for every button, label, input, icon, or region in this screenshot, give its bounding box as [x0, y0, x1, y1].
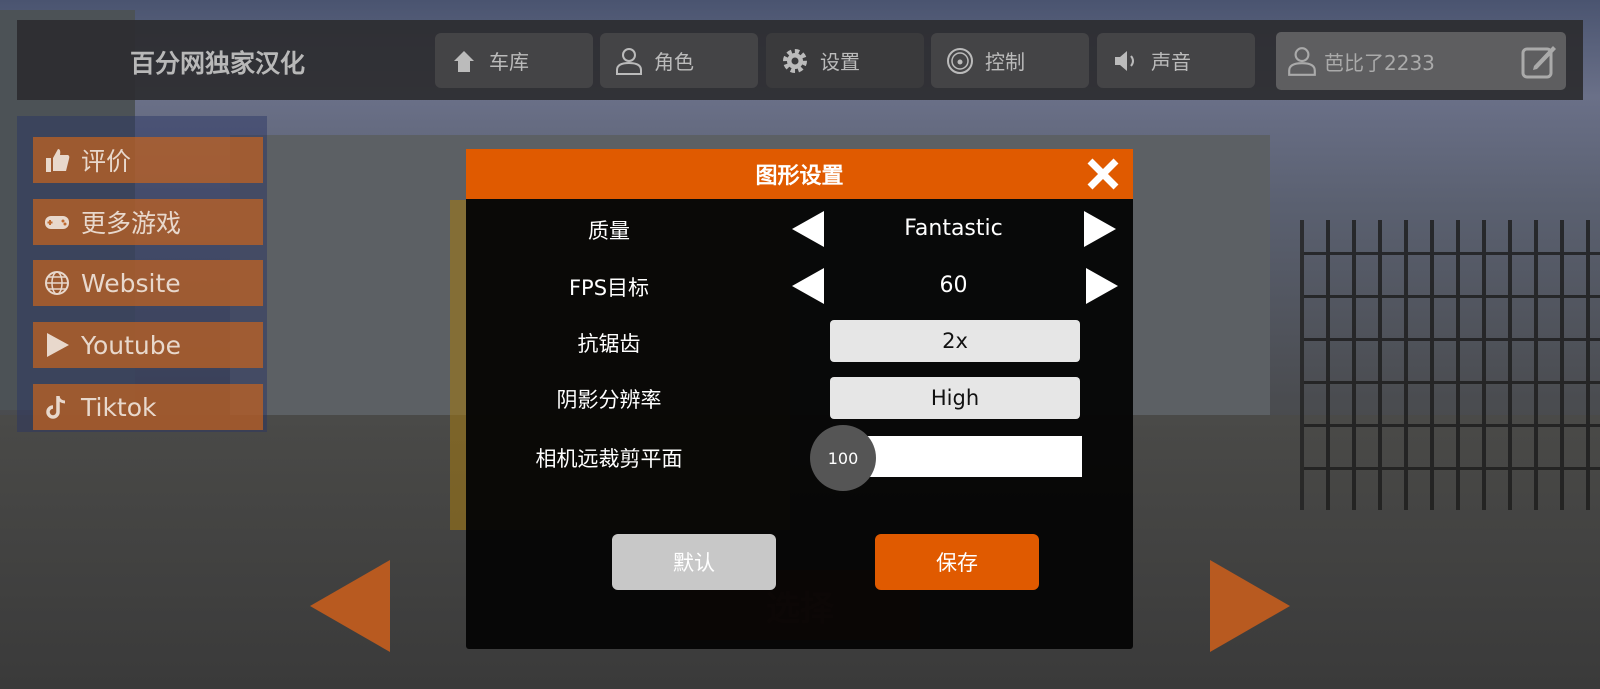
tab-label: 设置 [820, 50, 860, 74]
user-profile[interactable]: 芭比了2233 [1276, 32, 1566, 90]
next-arrow-button[interactable] [1210, 560, 1290, 652]
background-fence [1300, 220, 1600, 510]
antialiasing-button[interactable]: 2x [830, 320, 1080, 362]
globe-icon [45, 271, 69, 295]
person-icon [1288, 47, 1316, 76]
fps-target-label: FPS目标 [568, 276, 650, 300]
quality-label: 质量 [588, 219, 630, 243]
fps-next-button[interactable] [1086, 268, 1118, 304]
sidebar-item-website[interactable]: Website [33, 260, 263, 306]
sidebar-item-label: Youtube [81, 330, 181, 360]
graphics-settings-dialog: 图形设置 质量 Fantastic FPS目标 60 抗锯齿 2x 阴影分辨率 … [466, 149, 1133, 649]
fps-prev-button[interactable] [792, 268, 824, 304]
steering-wheel-icon [947, 47, 973, 74]
tab-garage[interactable]: 车库 [435, 33, 593, 88]
quality-next-button[interactable] [1084, 211, 1116, 247]
save-button[interactable]: 保存 [875, 534, 1039, 590]
tab-label: 声音 [1151, 50, 1191, 74]
gear-icon [783, 48, 807, 73]
tab-label: 控制 [985, 50, 1025, 74]
tab-controls[interactable]: 控制 [931, 33, 1089, 88]
sidebar-item-label: 更多游戏 [81, 209, 182, 238]
speaker-icon [1115, 50, 1134, 71]
tab-sound[interactable]: 声音 [1097, 33, 1255, 88]
tab-character[interactable]: 角色 [600, 33, 758, 88]
gamepad-icon [45, 216, 69, 229]
sidebar-item-youtube[interactable]: Youtube [33, 322, 263, 368]
dialog-header: 图形设置 [466, 149, 1133, 199]
username: 芭比了2233 [1324, 50, 1435, 75]
sidebar-item-label: 评价 [81, 147, 132, 176]
slider-handle[interactable]: 100 [810, 425, 876, 491]
sidebar-item-label: Tiktok [81, 392, 157, 422]
dialog-title: 图形设置 [755, 164, 844, 189]
home-icon [454, 50, 474, 72]
shadow-resolution-button[interactable]: High [830, 377, 1080, 419]
prev-arrow-button[interactable] [310, 560, 390, 652]
tab-label: 角色 [654, 50, 694, 74]
fps-value: 60 [939, 273, 968, 298]
tiktok-icon [46, 396, 66, 419]
shadow-resolution-label: 阴影分辨率 [556, 388, 662, 412]
edit-icon[interactable] [1520, 42, 1558, 80]
quality-value: Fantastic [904, 216, 1003, 241]
close-icon[interactable] [1085, 156, 1121, 192]
person-icon [616, 47, 642, 75]
app-title: 百分网独家汉化 [130, 49, 306, 78]
play-icon [47, 333, 69, 357]
sidebar-item-more-games[interactable]: 更多游戏 [33, 199, 263, 245]
slider-value: 100 [827, 448, 859, 468]
sidebar-item-rate[interactable]: 评价 [33, 137, 263, 183]
sidebar-item-tiktok[interactable]: Tiktok [33, 384, 263, 430]
thumbs-up-icon [46, 149, 70, 172]
far-clip-plane-slider[interactable] [846, 436, 1082, 477]
default-button[interactable]: 默认 [612, 534, 776, 590]
quality-prev-button[interactable] [792, 211, 824, 247]
antialiasing-label: 抗锯齿 [577, 332, 641, 356]
tab-label: 车库 [489, 50, 529, 74]
tab-settings[interactable]: 设置 [766, 33, 924, 88]
sidebar-item-label: Website [81, 268, 181, 298]
far-clip-plane-label: 相机远裁剪平面 [535, 447, 683, 471]
